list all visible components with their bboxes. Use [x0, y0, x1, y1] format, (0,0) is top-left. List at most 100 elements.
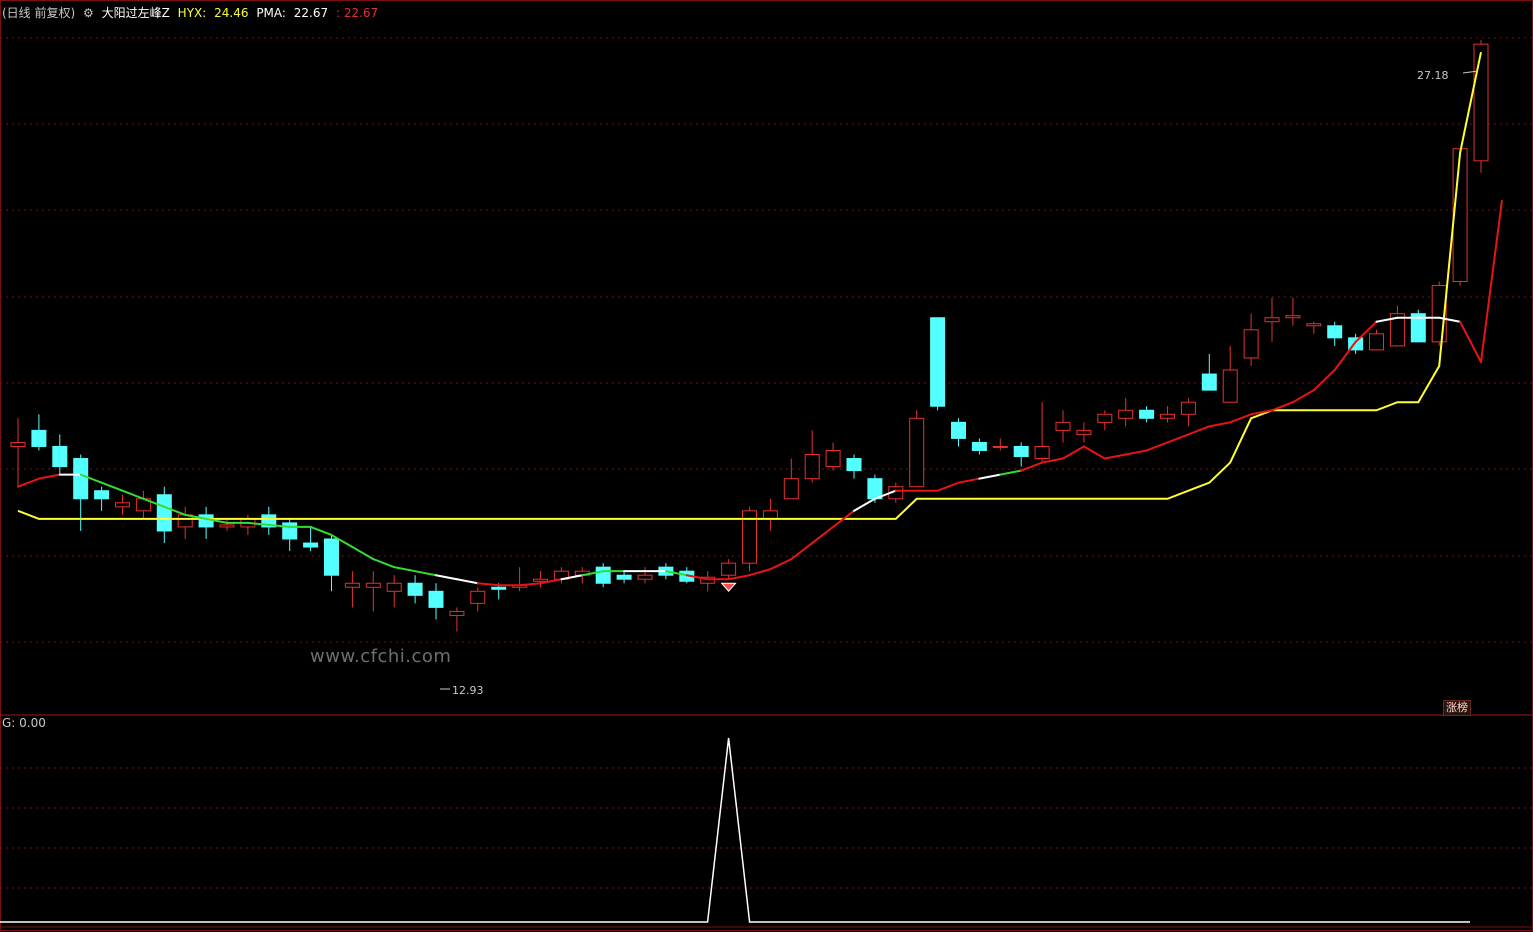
candle-body — [1118, 409, 1134, 419]
chart-frame — [0, 0, 1533, 931]
candle-body — [407, 582, 423, 596]
pma-line-segment — [435, 574, 458, 581]
candle-body — [219, 524, 235, 528]
pma-line-segment — [1333, 340, 1357, 372]
pma-line-segment — [790, 542, 814, 561]
candle-body — [1452, 148, 1468, 283]
candle-body — [971, 441, 987, 451]
pma-line-segment — [1208, 421, 1232, 428]
pma-line-segment — [1291, 389, 1315, 404]
candle-body — [1097, 413, 1113, 423]
pma-line-segment — [769, 558, 793, 571]
hyx-label: HYX: — [177, 6, 207, 20]
candle-body — [637, 574, 653, 580]
high-price-label: 27.18 — [1417, 69, 1449, 82]
candle-body — [344, 582, 360, 588]
candle-body — [1201, 373, 1217, 391]
pma-value: 22.67 — [293, 6, 329, 20]
candle-body — [324, 538, 339, 576]
signal-marker — [720, 582, 737, 592]
candle-body — [1034, 445, 1050, 460]
period-label: (日线 前复权) — [2, 6, 76, 20]
candle-body — [303, 542, 319, 548]
pma-line-segment — [351, 546, 375, 561]
pma-line-segment — [100, 481, 124, 492]
pma-line-segment — [978, 473, 1002, 480]
pma-line-segment — [1166, 433, 1190, 444]
candle-body — [10, 441, 26, 447]
candle-body — [930, 317, 946, 407]
pma-line-segment — [1082, 445, 1106, 460]
candle-body — [31, 429, 47, 447]
candlestick-chart[interactable] — [0, 0, 1533, 932]
candle-body — [94, 490, 110, 500]
candle-body — [616, 574, 632, 580]
candle-body — [804, 454, 820, 480]
pma-line-segment — [1312, 369, 1336, 392]
pma-line-segment — [37, 473, 61, 480]
pma-line-segment — [372, 558, 396, 569]
candle-body — [198, 514, 214, 528]
candle-body — [470, 590, 486, 604]
candle-body — [846, 458, 862, 472]
candle-body — [115, 502, 130, 508]
candle-body — [1055, 421, 1071, 431]
candle-body — [1160, 413, 1175, 419]
low-price-label: 12.93 — [452, 684, 484, 697]
indicator-name: 大阳过左峰Z — [101, 6, 170, 20]
pma-value-2: : 22.67 — [335, 6, 379, 20]
watermark: www.cfchi.com — [310, 646, 452, 667]
candle-body — [1180, 401, 1196, 415]
candle-body — [156, 494, 172, 532]
pma-line-segment — [1145, 441, 1169, 452]
signal-spike — [0, 737, 1470, 923]
candle-body — [365, 582, 381, 588]
pma-line-segment — [1187, 425, 1211, 436]
settings-icon[interactable]: ⚙ — [83, 6, 94, 20]
candle-body — [992, 445, 1008, 448]
candle-body — [1243, 329, 1259, 359]
window-close-icon[interactable] — [1511, 10, 1523, 22]
hyx-line — [17, 51, 1482, 520]
candle-body — [1264, 317, 1280, 323]
pma-line-segment — [748, 568, 772, 577]
candle-body — [595, 566, 611, 584]
candle-body — [1222, 369, 1238, 403]
pma-line-segment — [121, 489, 145, 500]
pma-line-segment — [999, 469, 1023, 476]
pma-line-segment — [455, 578, 479, 585]
rank-badge[interactable]: 涨榜 — [1443, 700, 1471, 716]
candle-body — [282, 522, 298, 540]
pma-line-segment — [1271, 401, 1294, 412]
sub-chart-header: G: 0.00 — [2, 716, 46, 730]
candle-body — [428, 590, 444, 608]
pma-line-segment — [811, 525, 835, 545]
pma-line-segment — [476, 582, 500, 587]
candle-body — [1369, 333, 1384, 351]
candle-body — [491, 586, 507, 590]
candle-body — [1013, 445, 1029, 458]
candle-body — [1076, 429, 1092, 435]
candle-body — [825, 449, 841, 468]
pma-line-segment — [1480, 200, 1503, 363]
pma-line-segment — [1229, 413, 1253, 424]
pma-line-segment — [1124, 449, 1148, 456]
candle-body — [52, 445, 68, 468]
pma-line-segment — [1041, 457, 1064, 464]
pma-line-segment — [414, 570, 437, 577]
pma-line-segment — [518, 582, 542, 587]
candle-body — [721, 562, 737, 576]
candle-body — [762, 510, 778, 520]
candle-body — [1285, 315, 1301, 319]
pma-line-segment — [957, 477, 981, 484]
pma-label: PMA: — [256, 6, 286, 20]
pma-line-segment — [1103, 453, 1127, 460]
candle-body — [909, 417, 925, 488]
candle-body — [1473, 43, 1489, 162]
candle-body — [1139, 409, 1155, 419]
candle-body — [951, 421, 966, 439]
pma-line-segment — [393, 566, 417, 573]
candle-body — [867, 478, 883, 500]
candle-body — [449, 610, 465, 616]
candle-body — [386, 582, 402, 592]
